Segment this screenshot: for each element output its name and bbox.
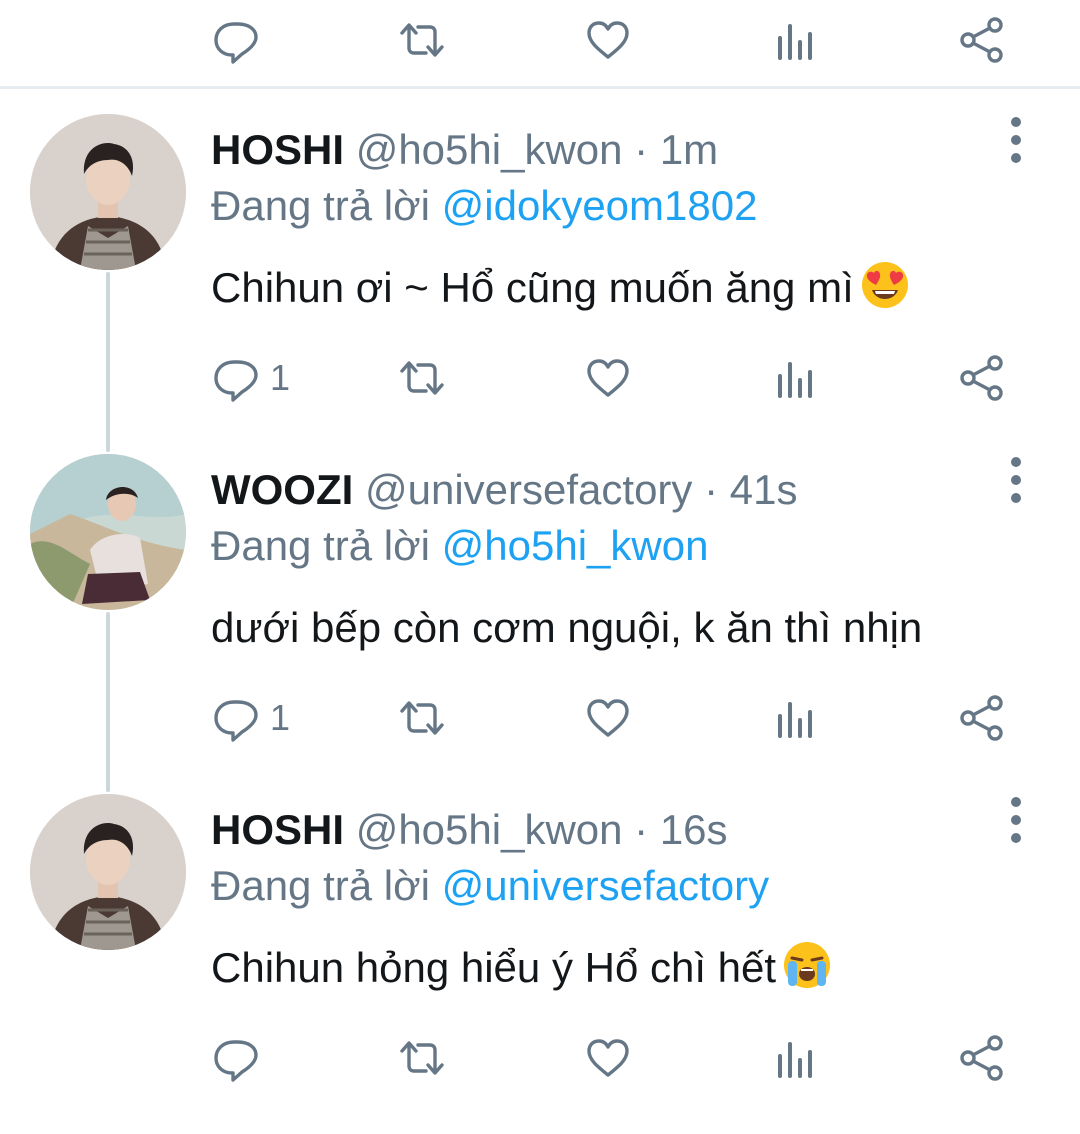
reply-button[interactable] (212, 1030, 270, 1086)
share-button[interactable] (958, 690, 1006, 746)
retweet-icon (398, 694, 446, 742)
replying-to: Đang trả lời @universefactory (211, 858, 769, 914)
like-button[interactable] (584, 350, 632, 406)
share-button[interactable] (958, 12, 1006, 68)
tweet-body: Chihun ơi ~ Hổ cũng muốn ăng mì (211, 264, 854, 311)
display-name[interactable]: HOSHI (211, 126, 344, 173)
reply-count: 1 (270, 697, 291, 738)
tweet[interactable]: WOOZI @universefactory · 41s Đang trả lờ… (0, 454, 1080, 794)
reply-button[interactable] (212, 12, 260, 68)
like-icon (584, 1034, 632, 1082)
tweet-header: HOSHI @ho5hi_kwon · 1m (211, 122, 718, 178)
timestamp[interactable]: · 41s (704, 466, 797, 513)
like-button[interactable] (584, 1030, 632, 1086)
user-handle[interactable]: @universefactory (365, 466, 692, 513)
avatar[interactable] (30, 454, 186, 610)
heart-eyes-emoji-icon (860, 260, 910, 310)
reply-button[interactable]: 1 (212, 350, 290, 406)
action-bar (0, 12, 1080, 68)
user-handle[interactable]: @ho5hi_kwon (356, 126, 623, 173)
timestamp[interactable]: · 1m (634, 126, 718, 173)
avatar[interactable] (30, 114, 186, 270)
more-icon[interactable] (1000, 114, 1032, 166)
replying-to: Đang trả lời @ho5hi_kwon (211, 518, 708, 574)
like-icon (584, 694, 632, 742)
tweet[interactable]: HOSHI @ho5hi_kwon · 16s Đang trả lời @un… (0, 794, 1080, 1134)
retweet-icon (398, 16, 446, 64)
like-button[interactable] (584, 12, 632, 68)
share-icon (958, 1034, 1006, 1082)
tweet[interactable]: HOSHI @ho5hi_kwon · 1m Đang trả lời @ido… (0, 114, 1080, 454)
more-icon[interactable] (1000, 794, 1032, 846)
retweet-icon (398, 354, 446, 402)
analytics-icon (772, 1034, 820, 1082)
retweet-button[interactable] (398, 350, 446, 406)
analytics-button[interactable] (772, 12, 820, 68)
tweet-header: HOSHI @ho5hi_kwon · 16s (211, 802, 728, 858)
display-name[interactable]: HOSHI (211, 806, 344, 853)
tweet-text: Chihun ơi ~ Hổ cũng muốn ăng mì (211, 258, 910, 318)
retweet-button[interactable] (398, 690, 446, 746)
timestamp[interactable]: · 16s (634, 806, 727, 853)
share-icon (958, 354, 1006, 402)
reply-button[interactable]: 1 (212, 690, 290, 746)
tweet-body: dưới bếp còn cơm nguội, k ăn thì nhịn (211, 604, 923, 651)
action-bar (0, 1030, 1080, 1086)
user-handle[interactable]: @ho5hi_kwon (356, 806, 623, 853)
like-icon (584, 354, 632, 402)
tweet-header: WOOZI @universefactory · 41s (211, 462, 797, 518)
mention-link[interactable]: @idokyeom1802 (442, 182, 758, 229)
mention-link[interactable]: @universefactory (442, 862, 769, 909)
retweet-button[interactable] (398, 1030, 446, 1086)
mention-link[interactable]: @ho5hi_kwon (442, 522, 709, 569)
action-bar: 1 (0, 690, 1080, 746)
tweet-text: Chihun hỏng hiểu ý Hổ chì hết (211, 938, 832, 998)
replying-to: Đang trả lời @idokyeom1802 (211, 178, 757, 234)
retweet-button[interactable] (398, 12, 446, 68)
reply-icon (212, 16, 260, 64)
analytics-button[interactable] (772, 350, 820, 406)
reply-count: 1 (270, 357, 291, 398)
tweet-body: Chihun hỏng hiểu ý Hổ chì hết (211, 944, 777, 991)
crying-face-emoji-icon (782, 940, 832, 990)
share-button[interactable] (958, 1030, 1006, 1086)
replying-to-label: Đang trả lời (211, 862, 430, 909)
display-name[interactable]: WOOZI (211, 466, 353, 513)
analytics-icon (772, 354, 820, 402)
previous-tweet-actions (0, 0, 1080, 88)
analytics-icon (772, 16, 820, 64)
share-button[interactable] (958, 350, 1006, 406)
share-icon (958, 694, 1006, 742)
reply-icon (212, 694, 260, 742)
action-bar: 1 (0, 350, 1080, 406)
reply-icon (212, 354, 260, 402)
more-icon[interactable] (1000, 454, 1032, 506)
divider (0, 86, 1080, 89)
retweet-icon (398, 1034, 446, 1082)
replying-to-label: Đang trả lời (211, 522, 430, 569)
analytics-button[interactable] (772, 690, 820, 746)
share-icon (958, 16, 1006, 64)
like-icon (584, 16, 632, 64)
tweet-text: dưới bếp còn cơm nguội, k ăn thì nhịn (211, 598, 922, 658)
reply-icon (212, 1034, 260, 1082)
avatar[interactable] (30, 794, 186, 950)
analytics-icon (772, 694, 820, 742)
replying-to-label: Đang trả lời (211, 182, 430, 229)
analytics-button[interactable] (772, 1030, 820, 1086)
like-button[interactable] (584, 690, 632, 746)
